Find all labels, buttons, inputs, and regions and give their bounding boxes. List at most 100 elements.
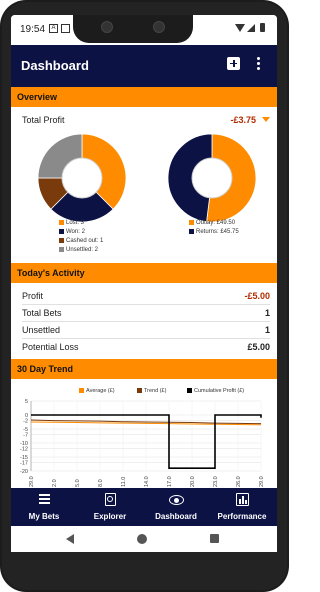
activity-heading: Today's Activity	[17, 268, 85, 278]
notification-icon: A	[49, 24, 58, 33]
legend-swatch	[59, 220, 64, 225]
y-tick-label: -17	[20, 461, 28, 467]
signal-icon	[247, 24, 255, 32]
outcome-donut-chart	[37, 133, 127, 223]
total-profit-label: Total Profit	[22, 115, 65, 125]
x-tick-label: 23.0	[213, 476, 219, 487]
system-navigation-bar	[11, 526, 277, 552]
recents-icon[interactable]	[210, 534, 219, 543]
nav-explorer[interactable]: Explorer	[77, 488, 143, 526]
app-bar: Dashboard	[11, 45, 277, 89]
divider	[22, 338, 270, 339]
activity-value: £5.00	[247, 342, 270, 352]
activity-row-unsettled: Unsettled 1	[22, 325, 270, 335]
activity-row-total-bets: Total Bets 1	[22, 308, 270, 318]
legend-item: Lost: 3	[59, 220, 84, 226]
camera-notch	[73, 15, 193, 43]
camera-icon	[101, 21, 113, 33]
nav-performance[interactable]: Performance	[209, 488, 275, 526]
page-title: Dashboard	[21, 58, 89, 73]
list-icon	[39, 494, 50, 504]
y-tick-label: -2	[23, 419, 28, 425]
screen: 19:54 A Dashboard Overview Total Profit …	[11, 15, 277, 552]
x-tick-label: 11.0	[121, 477, 127, 487]
x-tick-label: 14.0	[144, 476, 150, 487]
legend-trend: Trend (£)	[137, 388, 166, 394]
legend-item: Unsettled: 2	[59, 247, 98, 253]
activity-label: Potential Loss	[22, 342, 79, 352]
total-profit-row[interactable]: Total Profit -£3.75	[22, 115, 270, 125]
legend-label: Returns: £45.75	[196, 229, 239, 236]
x-tick-label: 5.0	[75, 479, 81, 487]
back-icon[interactable]	[66, 534, 74, 544]
activity-label: Profit	[22, 291, 44, 301]
activity-value: 1	[264, 325, 270, 335]
notification-icon-2	[61, 24, 70, 33]
legend-swatch	[59, 229, 64, 234]
x-tick-label: 29.0	[29, 476, 35, 487]
legend-item: Won: 2	[59, 229, 85, 235]
status-time: 19:54	[20, 24, 46, 35]
nav-my-bets[interactable]: My Bets	[11, 488, 77, 526]
legend-label: Unsettled: 2	[66, 247, 99, 254]
more-vert-icon[interactable]	[257, 57, 261, 71]
money-donut-chart	[167, 133, 257, 223]
legend-swatch	[189, 220, 194, 225]
phone-frame: 19:54 A Dashboard Overview Total Profit …	[0, 0, 289, 592]
activity-row-potential-loss: Potential Loss £5.00	[22, 342, 270, 352]
nav-label: My Bets	[28, 512, 60, 521]
legend-item: Returns: £45.75	[189, 229, 239, 235]
nav-label: Explorer	[93, 512, 127, 521]
sensor-icon	[153, 21, 165, 33]
activity-value: -£5.00	[244, 291, 270, 301]
x-tick-label: 26.0	[236, 476, 242, 487]
overview-header: Overview	[11, 87, 277, 107]
bar-chart-icon	[236, 493, 249, 506]
legend-swatch	[189, 229, 194, 234]
total-profit-value: -£3.75	[230, 115, 256, 125]
trend-heading: 30 Day Trend	[17, 364, 74, 374]
activity-label: Total Bets	[22, 308, 62, 318]
activity-value: 1	[264, 308, 270, 318]
nav-dashboard[interactable]: Dashboard	[143, 488, 209, 526]
y-tick-label: -12	[20, 447, 28, 453]
legend-label: Outlay: £49.50	[196, 220, 236, 227]
activity-row-profit: Profit -£5.00	[22, 291, 270, 301]
y-tick-label: -20	[20, 469, 28, 475]
x-tick-label: 20.0	[190, 476, 196, 487]
chevron-down-icon[interactable]	[262, 117, 270, 122]
divider	[22, 304, 270, 305]
nav-label: Dashboard	[155, 512, 197, 521]
y-tick-label: 5	[25, 399, 28, 405]
bottom-navigation: My Bets Explorer Dashboard Performance	[11, 488, 277, 526]
nav-label: Performance	[217, 512, 267, 521]
legend-label: Cashed out: 1	[66, 238, 104, 245]
legend-label: Won: 2	[66, 229, 85, 236]
legend-swatch	[59, 247, 64, 252]
legend-swatch	[59, 238, 64, 243]
eye-icon	[169, 495, 184, 505]
legend-label: Lost: 3	[66, 220, 85, 227]
overview-heading: Overview	[17, 92, 58, 102]
x-tick-label: 2.0	[52, 479, 58, 487]
y-tick-label: -7	[23, 433, 28, 439]
trend-line-chart: 50-2-5-7-10-12-15-17-2029.0 2.0 5.0 8.0 11.0…	[20, 399, 265, 487]
x-tick-label: 17.0	[167, 476, 173, 487]
activity-label: Unsettled	[22, 325, 61, 335]
activity-header: Today's Activity	[11, 263, 277, 283]
divider	[22, 321, 270, 322]
x-tick-label: 8.0	[98, 479, 104, 487]
add-icon[interactable]	[227, 57, 240, 70]
legend-item: Cashed out: 1	[59, 238, 103, 244]
x-tick-label: 29.0	[259, 476, 265, 487]
explore-icon	[105, 493, 116, 506]
status-bar: 19:54 A	[11, 15, 277, 45]
legend-cumulative: Cumulative Profit (£)	[187, 388, 244, 394]
home-icon[interactable]	[137, 534, 147, 544]
trend-legend: Average (£) Trend (£) Cumulative Profit …	[11, 387, 277, 397]
battery-icon	[260, 23, 265, 32]
wifi-icon	[235, 24, 245, 32]
legend-average: Average (£)	[79, 388, 115, 394]
legend-item: Outlay: £49.50	[189, 220, 235, 226]
trend-header: 30 Day Trend	[11, 359, 277, 379]
